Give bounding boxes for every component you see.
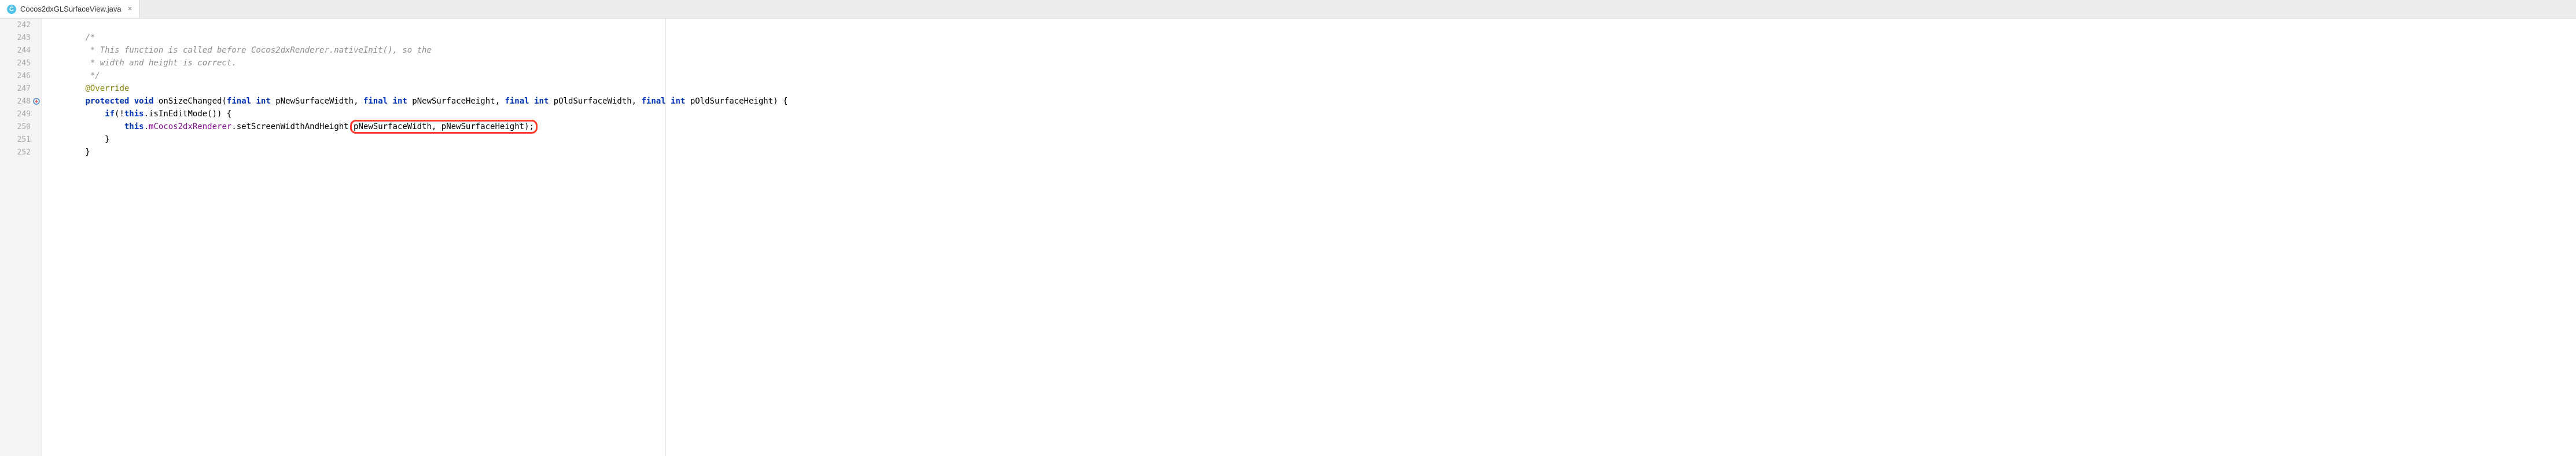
gutter: 242 243 244 245 246 247 248 249 250 251 … [0,19,42,456]
comment-close: */ [90,71,100,80]
paren-close-brace: ) { [773,97,787,106]
java-class-icon: C [7,5,16,14]
comment-text: * This function is called before Cocos2d… [90,46,432,55]
kw-this: this [124,122,144,131]
line-number[interactable]: 251 [0,133,41,146]
ws [388,97,392,106]
ws [153,97,158,106]
comma: , [432,122,441,131]
kw-void: void [134,97,154,106]
dot: . [144,109,149,119]
brace-close: } [85,148,90,157]
code-line[interactable]: * This function is called before Cocos2d… [42,44,2576,57]
tab-filename: Cocos2dxGLSurfaceView.java [20,5,122,13]
kw-int: int [256,97,271,106]
ws [666,97,671,106]
kw-final: final [641,97,665,106]
ws [251,97,256,106]
code-content[interactable]: /* * This function is called before Coco… [42,19,2576,456]
kw-final: final [505,97,529,106]
code-line[interactable]: /* [42,31,2576,44]
line-number[interactable]: 244 [0,44,41,57]
code-line[interactable]: } [42,146,2576,159]
indent [46,33,85,42]
line-number[interactable]: 246 [0,69,41,82]
ws [271,97,275,106]
indent [46,71,90,80]
editor-area: 242 243 244 245 246 247 248 249 250 251 … [0,19,2576,456]
ws [407,97,412,106]
param: pNewSurfaceHeight [412,97,495,106]
kw-if: if [105,109,115,119]
indent [46,109,105,119]
kw-final: final [363,97,388,106]
kw-int: int [671,97,685,106]
override-gutter-icon[interactable] [33,98,40,105]
line-number[interactable]: 252 [0,146,41,159]
line-number[interactable]: 247 [0,82,41,95]
method-call: setScreenWidthAndHeight( [237,122,354,131]
method-name: onSizeChanged [159,97,222,106]
field-ref: mCocos2dxRenderer [149,122,231,131]
line-number[interactable]: 245 [0,57,41,69]
code-line[interactable]: protected void onSizeChanged(final int p… [42,95,2576,108]
code-line[interactable]: */ [42,69,2576,82]
param: pNewSurfaceWidth [275,97,354,106]
indent [46,148,85,157]
code-line[interactable] [42,19,2576,31]
code-line[interactable]: if(!this.isInEditMode()) { [42,108,2576,120]
method-call: isInEditMode()) { [149,109,231,119]
comma: , [632,97,642,106]
ws [529,97,534,106]
tab-bar: C Cocos2dxGLSurfaceView.java × [0,0,2576,19]
line-number[interactable]: 242 [0,19,41,31]
line-number[interactable]: 250 [0,120,41,133]
kw-this: this [124,109,144,119]
comma: , [354,97,363,106]
kw-final: final [227,97,251,106]
ide-window: C Cocos2dxGLSurfaceView.java × 242 243 2… [0,0,2576,456]
indent [46,97,85,106]
ws [129,97,134,106]
comma: , [495,97,505,106]
line-number[interactable]: 248 [0,95,41,108]
arg: pNewSurfaceHeight [441,122,524,131]
brace-close: } [105,135,109,144]
indent [46,122,124,131]
indent [46,135,105,144]
code-line[interactable]: @Override [42,82,2576,95]
kw-int: int [534,97,549,106]
kw-protected: protected [85,97,129,106]
line-number[interactable]: 243 [0,31,41,44]
arg: pNewSurfaceWidth [354,122,432,131]
comment-text: * width and height is correct. [90,58,237,68]
file-tab[interactable]: C Cocos2dxGLSurfaceView.java × [0,0,139,18]
annotation-override: @Override [85,84,129,93]
indent [46,84,85,93]
line-number[interactable]: 249 [0,108,41,120]
code-line[interactable]: this.mCocos2dxRenderer.setScreenWidthAnd… [42,120,2576,133]
comment-open: /* [85,33,95,42]
ws [549,97,553,106]
paren: ( [222,97,226,106]
kw-int: int [393,97,407,106]
code-line[interactable]: * width and height is correct. [42,57,2576,69]
paren: (! [115,109,124,119]
dot: . [144,122,149,131]
line-number-text: 248 [17,97,31,106]
indent [46,58,90,68]
param: pOldSurfaceHeight [690,97,773,106]
call-end: ); [524,122,534,131]
close-icon[interactable]: × [128,5,133,13]
dot: . [231,122,236,131]
indent [46,46,90,55]
code-line[interactable]: } [42,133,2576,146]
right-margin-guide [665,19,666,456]
ws [685,97,690,106]
param: pOldSurfaceWidth [554,97,632,106]
